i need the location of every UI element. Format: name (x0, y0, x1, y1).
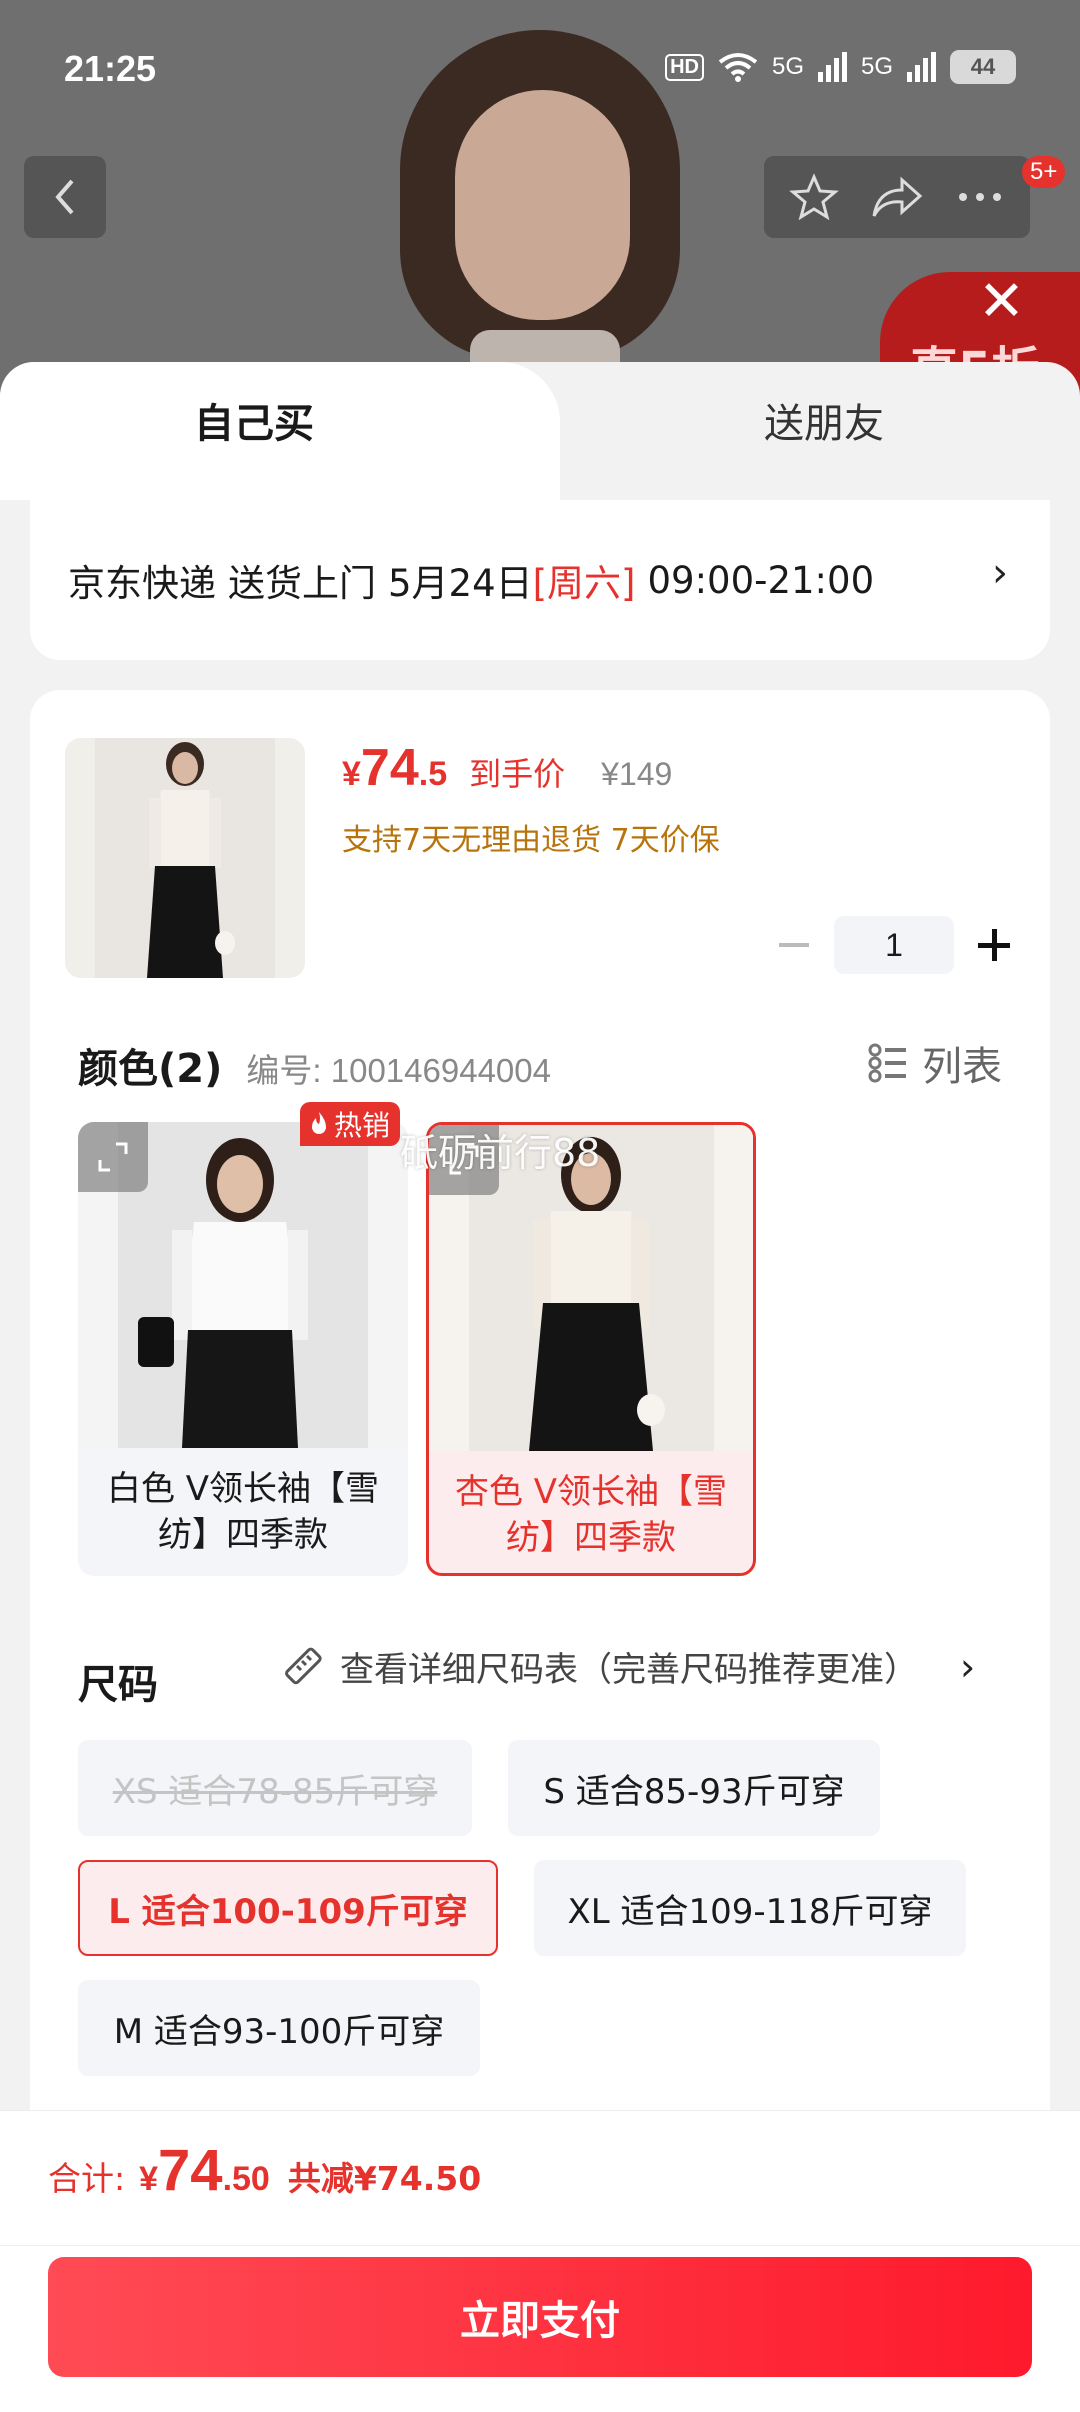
size-chart-link[interactable]: 查看详细尺码表（完善尺码推荐更准） › (280, 1642, 975, 1691)
total-row: 合计: ¥ 74 .50 共减¥74.50 (48, 2137, 481, 2204)
tab-send-friend-label: 送朋友 (764, 401, 884, 447)
delivery-carrier: 京东快递 (68, 562, 216, 605)
tab-buy-self-label: 自己买 (194, 401, 314, 447)
price-row: ¥ 74 .5 到手价 ¥149 (342, 738, 672, 798)
hot-sale-label: 热销 (334, 1109, 391, 1142)
original-price: ¥149 (601, 756, 673, 792)
color-option-label: 白色 V领长袖【雪纺】四季款 (106, 1469, 380, 1555)
tab-send-friend[interactable]: 送朋友 (560, 362, 1080, 502)
star-icon[interactable] (789, 172, 840, 222)
watermark-text: 砥砺前行88 (400, 1131, 601, 1175)
share-icon[interactable] (870, 174, 924, 220)
status-bar: 21:25 HD 5G 5G 44 (0, 0, 1080, 140)
status-icons: HD 5G 5G 44 (665, 50, 1016, 84)
signal-icon-2 (907, 52, 936, 82)
purchase-sheet: 送朋友 自己买 京东快递 送货上门 5月24日 [周六] 09:00-21:00… (0, 362, 1080, 2412)
size-option-m[interactable]: M 适合93-100斤可穿 (78, 1980, 480, 2076)
delivery-info[interactable]: 京东快递 送货上门 5月24日 [周六] 09:00-21:00 › (30, 500, 1050, 660)
chevron-right-icon: › (960, 1644, 976, 1689)
guarantee-text: 支持7天无理由退货 7天价保 (342, 823, 720, 858)
quantity-minus-button[interactable] (774, 925, 814, 965)
size-option-xl[interactable]: XL 适合109-118斤可穿 (534, 1860, 966, 1956)
size-option-xs: XS 适合78-85斤可穿 (78, 1740, 472, 1836)
signal-icon (817, 52, 847, 82)
product-options-card: ¥ 74 .5 到手价 ¥149 支持7天无理由退货 7天价保 1 颜色(2) … (30, 690, 1050, 2190)
checkout-bar: 合计: ¥ 74 .50 共减¥74.50 立即支付 (0, 2110, 1080, 2412)
network-5g-label-2: 5G (860, 53, 893, 80)
size-chart-label: 查看详细尺码表（完善尺码推荐更准） (340, 1650, 918, 1690)
wifi-icon (718, 53, 758, 82)
pay-now-button[interactable]: 立即支付 (48, 2257, 1032, 2377)
minus-icon (779, 943, 809, 947)
delivery-weekday: [周六] (532, 562, 636, 605)
flame-icon (312, 1112, 326, 1134)
hot-sale-badge: 热销 (300, 1102, 401, 1146)
notification-badge: 5+ (1022, 156, 1066, 188)
delivery-method: 送货上门 (228, 562, 376, 605)
status-time: 21:25 (64, 48, 157, 89)
price-decimal: .5 (418, 755, 448, 793)
total-integer: 74 (158, 2138, 223, 2203)
total-label: 合计: (48, 2159, 126, 2198)
size-option-l[interactable]: L 适合100-109斤可穿 (78, 1860, 498, 1956)
size-title: 尺码 (78, 1662, 158, 1708)
quantity-stepper: 1 (774, 916, 1014, 974)
color-option-label: 杏色 V领长袖【雪纺】四季款 (454, 1472, 728, 1558)
ruler-icon (285, 1647, 322, 1684)
list-view-toggle[interactable]: 列表 (868, 1034, 1002, 1092)
hd-icon: HD (665, 53, 704, 81)
product-thumbnail[interactable] (65, 738, 305, 978)
total-decimal: .50 (222, 2160, 270, 2198)
delivery-window: 09:00-21:00 (647, 558, 875, 602)
network-5g-label: 5G (771, 53, 804, 80)
color-option-white[interactable]: 白色 V领长袖【雪纺】四季款 (78, 1122, 408, 1576)
product-thumbnail-image (65, 738, 305, 978)
delivery-date: 5月24日 (388, 562, 533, 605)
quantity-plus-button[interactable] (974, 925, 1014, 965)
list-icon (868, 1043, 906, 1083)
color-section-header: 颜色(2) 编号: 100146944004 (78, 1036, 551, 1094)
chevron-right-icon: › (992, 550, 1008, 596)
divider (0, 2245, 1080, 2246)
expand-icon (98, 1142, 128, 1172)
quantity-value[interactable]: 1 (834, 916, 954, 974)
more-icon[interactable] (955, 187, 1005, 207)
chevron-left-icon (55, 179, 74, 215)
battery-icon: 44 (950, 50, 1016, 84)
price-integer: 74 (360, 739, 419, 797)
nav-action-group (764, 156, 1030, 238)
tab-buy-self[interactable]: 自己买 (0, 362, 560, 502)
back-button[interactable] (24, 156, 106, 238)
expand-image-button[interactable] (78, 1122, 148, 1192)
color-option-apricot[interactable]: 杏色 V领长袖【雪纺】四季款 (426, 1122, 756, 1576)
color-title: 颜色(2) (78, 1046, 223, 1092)
list-view-label: 列表 (922, 1044, 1002, 1090)
total-discount: 共减¥74.50 (287, 2159, 482, 2198)
price-tag: 到手价 (469, 755, 566, 793)
sku-number: 编号: 100146944004 (246, 1052, 551, 1089)
size-option-s[interactable]: S 适合85-93斤可穿 (508, 1740, 880, 1836)
price-currency: ¥ (342, 755, 361, 793)
promo-close-icon[interactable]: ✕ (978, 272, 1025, 332)
total-currency: ¥ (139, 2160, 159, 2198)
